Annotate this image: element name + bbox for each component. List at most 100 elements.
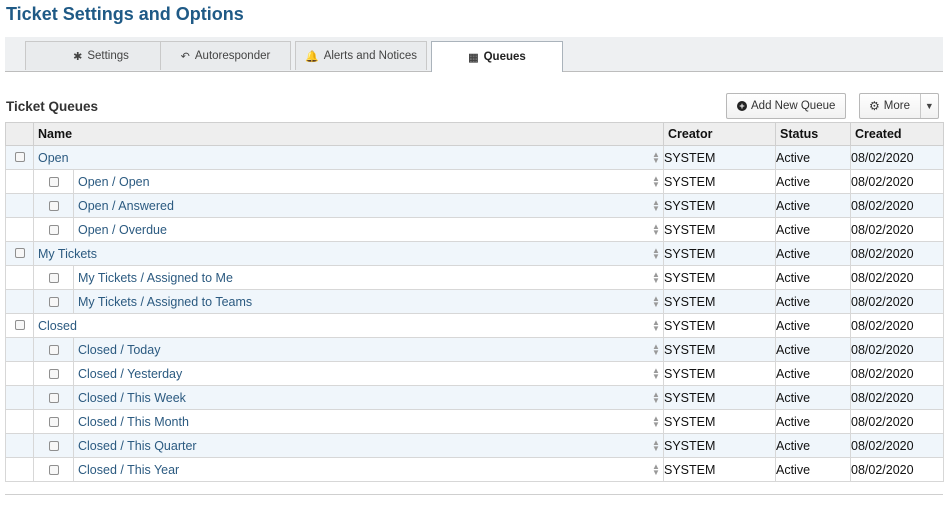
column-header-creator[interactable]: Creator bbox=[663, 122, 776, 146]
creator-cell: SYSTEM bbox=[663, 361, 776, 386]
add-new-queue-button[interactable]: + Add New Queue bbox=[726, 93, 846, 119]
created-cell: 08/02/2020 bbox=[850, 433, 944, 458]
select-cell bbox=[5, 145, 34, 170]
tab-alerts-and-notices[interactable]: 🔔 Alerts and Notices bbox=[295, 41, 427, 70]
queues-table: Name Creator Status Created Open ▲ ▼ SYSTEM… bbox=[5, 122, 944, 482]
sort-handle-icon[interactable]: ▲ ▼ bbox=[649, 414, 663, 428]
subqueue-select-checkbox[interactable] bbox=[48, 224, 59, 235]
sort-handle-icon[interactable]: ▲ ▼ bbox=[649, 366, 663, 380]
table-row: My Tickets / Assigned to Teams ▲ ▼ SYSTEM Ac… bbox=[5, 289, 944, 314]
subqueue-select-checkbox[interactable] bbox=[48, 392, 59, 403]
row-select-checkbox[interactable] bbox=[14, 247, 25, 258]
more-button[interactable]: ⚙ More bbox=[860, 99, 920, 113]
creator-cell: SYSTEM bbox=[663, 433, 776, 458]
table-row: Open / Open ▲ ▼ SYSTEM Active 08/02/2020 bbox=[5, 169, 944, 194]
tab-settings[interactable]: ✱ Settings bbox=[25, 41, 177, 70]
creator-cell: SYSTEM bbox=[663, 169, 776, 194]
name-cell: Closed / This Week ▲ ▼ bbox=[33, 385, 664, 410]
subqueue-select-checkbox[interactable] bbox=[48, 272, 59, 283]
sort-handle-icon[interactable]: ▲ ▼ bbox=[649, 318, 663, 332]
add-new-queue-label: Add New Queue bbox=[751, 100, 836, 112]
queue-name-link[interactable]: Open / Open bbox=[74, 175, 649, 189]
row-select-checkbox[interactable] bbox=[14, 151, 25, 162]
status-cell: Active bbox=[775, 145, 851, 170]
queue-name-link[interactable]: Closed / Yesterday bbox=[74, 367, 649, 381]
table-row: Closed / This Week ▲ ▼ SYSTEM Active 08/02/20… bbox=[5, 385, 944, 410]
subqueue-select-checkbox[interactable] bbox=[48, 200, 59, 211]
queue-name-link[interactable]: Closed / Today bbox=[74, 343, 649, 357]
queues-table-body: Open ▲ ▼ SYSTEM Active 08/02/2020 Open / Open ▲… bbox=[5, 145, 944, 482]
tab-autoresponder[interactable]: ↶ Autoresponder bbox=[160, 41, 291, 70]
created-cell: 08/02/2020 bbox=[850, 289, 944, 314]
sort-handle-icon[interactable]: ▲ ▼ bbox=[649, 246, 663, 260]
more-dropdown[interactable]: ⚙ More ▼ bbox=[859, 93, 939, 119]
subqueue-select-checkbox[interactable] bbox=[48, 296, 59, 307]
sort-handle-icon[interactable]: ▲ ▼ bbox=[649, 198, 663, 212]
tab-queues[interactable]: ▦ Queues bbox=[431, 41, 563, 72]
sort-handle-icon[interactable]: ▲ ▼ bbox=[649, 150, 663, 164]
name-cell: Closed / Today ▲ ▼ bbox=[33, 337, 664, 362]
queue-name-link[interactable]: Closed / This Quarter bbox=[74, 439, 649, 453]
creator-cell: SYSTEM bbox=[663, 145, 776, 170]
column-header-status[interactable]: Status bbox=[775, 122, 851, 146]
queue-name-link[interactable]: My Tickets / Assigned to Teams bbox=[74, 295, 649, 309]
creator-cell: SYSTEM bbox=[663, 409, 776, 434]
queue-name-link[interactable]: Closed / This Week bbox=[74, 391, 649, 405]
select-cell bbox=[5, 409, 34, 434]
creator-cell: SYSTEM bbox=[663, 265, 776, 290]
subqueue-select-checkbox[interactable] bbox=[48, 440, 59, 451]
created-cell: 08/02/2020 bbox=[850, 193, 944, 218]
subqueue-select-checkbox[interactable] bbox=[48, 368, 59, 379]
section-title: Ticket Queues bbox=[6, 99, 99, 114]
reply-icon: ↶ bbox=[180, 50, 190, 63]
sort-handle-icon[interactable]: ▲ ▼ bbox=[649, 222, 663, 236]
queue-name-link[interactable]: Open bbox=[35, 151, 650, 165]
queue-name-link[interactable]: Closed / This Year bbox=[74, 463, 649, 477]
status-cell: Active bbox=[775, 217, 851, 242]
select-cell bbox=[5, 433, 34, 458]
table-row: Closed / This Year ▲ ▼ SYSTEM Active 08/02/20… bbox=[5, 457, 944, 482]
created-cell: 08/02/2020 bbox=[850, 145, 944, 170]
select-cell bbox=[5, 385, 34, 410]
creator-cell: SYSTEM bbox=[663, 289, 776, 314]
page-title: Ticket Settings and Options bbox=[6, 4, 244, 24]
created-cell: 08/02/2020 bbox=[850, 169, 944, 194]
sort-handle-icon[interactable]: ▲ ▼ bbox=[649, 438, 663, 452]
name-cell: My Tickets / Assigned to Teams ▲ ▼ bbox=[33, 289, 664, 314]
chevron-down-icon[interactable]: ▼ bbox=[919, 94, 938, 118]
queue-name-link[interactable]: My Tickets / Assigned to Me bbox=[74, 271, 649, 285]
created-cell: 08/02/2020 bbox=[850, 241, 944, 266]
table-row: Closed ▲ ▼ SYSTEM Active 08/02/2020 bbox=[5, 313, 944, 338]
queue-name-link[interactable]: My Tickets bbox=[35, 247, 650, 261]
sort-handle-icon[interactable]: ▲ ▼ bbox=[649, 342, 663, 356]
queue-name-link[interactable]: Closed / This Month bbox=[74, 415, 649, 429]
subqueue-select-checkbox[interactable] bbox=[48, 416, 59, 427]
table-bottom-border bbox=[5, 494, 943, 495]
select-cell bbox=[5, 265, 34, 290]
queue-name-link[interactable]: Open / Answered bbox=[74, 199, 649, 213]
table-row: My Tickets ▲ ▼ SYSTEM Active 08/02/2020 bbox=[5, 241, 944, 266]
creator-cell: SYSTEM bbox=[663, 241, 776, 266]
created-cell: 08/02/2020 bbox=[850, 457, 944, 482]
name-cell: Closed / This Month ▲ ▼ bbox=[33, 409, 664, 434]
status-cell: Active bbox=[775, 265, 851, 290]
column-header-name[interactable]: Name bbox=[33, 122, 664, 146]
column-header-created[interactable]: Created bbox=[850, 122, 944, 146]
creator-cell: SYSTEM bbox=[663, 313, 776, 338]
sort-handle-icon[interactable]: ▲ ▼ bbox=[649, 294, 663, 308]
row-select-checkbox[interactable] bbox=[14, 319, 25, 330]
status-cell: Active bbox=[775, 409, 851, 434]
queue-name-link[interactable]: Closed bbox=[35, 319, 650, 333]
subqueue-select-checkbox[interactable] bbox=[48, 176, 59, 187]
table-row: Closed / This Month ▲ ▼ SYSTEM Active 08/02/2… bbox=[5, 409, 944, 434]
sort-handle-icon[interactable]: ▲ ▼ bbox=[649, 390, 663, 404]
sort-handle-icon[interactable]: ▲ ▼ bbox=[649, 270, 663, 284]
table-header-row: Name Creator Status Created bbox=[5, 122, 944, 146]
subqueue-select-checkbox[interactable] bbox=[48, 464, 59, 475]
sort-handle-icon[interactable]: ▲ ▼ bbox=[649, 174, 663, 188]
sort-handle-icon[interactable]: ▲ ▼ bbox=[649, 462, 663, 476]
subqueue-select-checkbox[interactable] bbox=[48, 344, 59, 355]
bell-icon: 🔔 bbox=[304, 50, 319, 63]
table-icon: ▦ bbox=[468, 51, 479, 64]
queue-name-link[interactable]: Open / Overdue bbox=[74, 223, 649, 237]
